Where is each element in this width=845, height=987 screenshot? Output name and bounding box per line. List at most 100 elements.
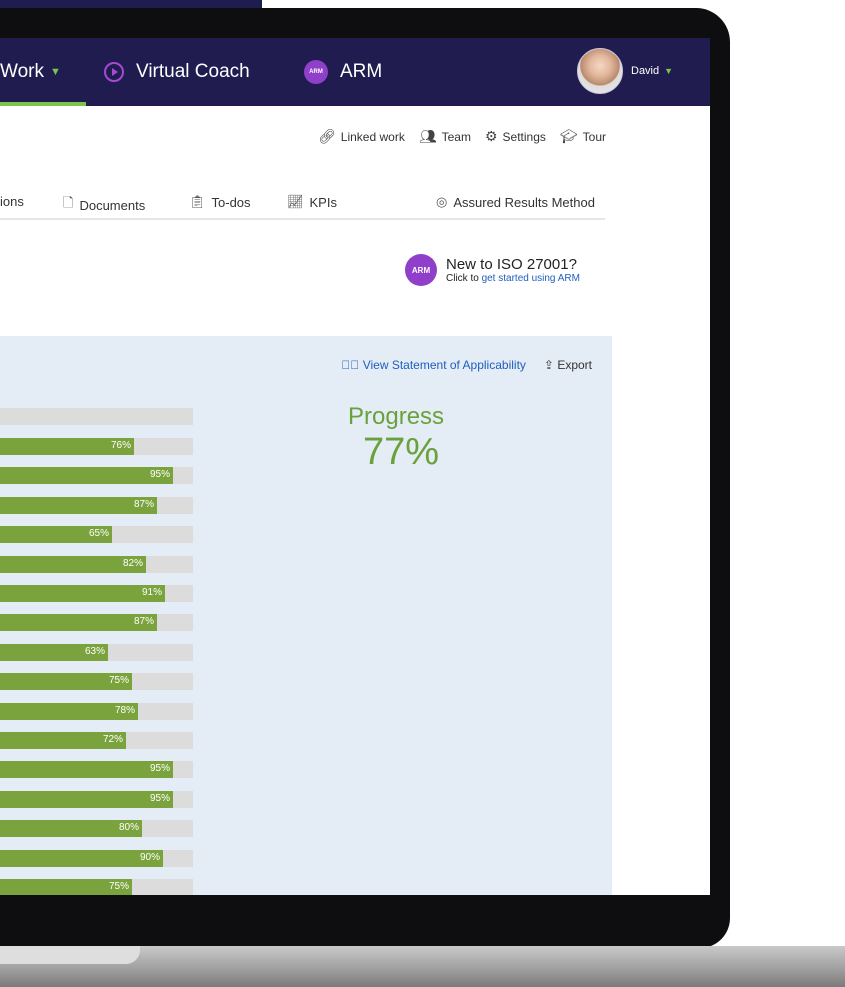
bar-value-label: 91% <box>141 587 162 598</box>
bar-fill: 63% <box>0 643 108 661</box>
bar-track: 95% <box>0 467 193 485</box>
promo-subtitle: Click to get started using ARM <box>446 273 580 284</box>
tab-assured-results-method[interactable]: ◎ Assured Results Method <box>436 194 595 210</box>
bar-value-label: 95% <box>149 763 170 775</box>
bar-track: 87% <box>0 496 193 514</box>
bar-track: 72% <box>0 732 193 749</box>
bar-fill: 75% <box>0 879 132 895</box>
active-nav-indicator <box>0 102 86 106</box>
bar-fill: 91% <box>0 585 165 602</box>
tab-label: To-dos <box>211 194 251 210</box>
tour-label: Tour <box>582 129 606 144</box>
bar-fill: 80% <box>0 820 142 838</box>
bar-track: 75% <box>0 673 193 691</box>
bar-fill: 95% <box>0 467 173 485</box>
nav-coach-label: Virtual Coach <box>136 61 250 82</box>
gear-icon: ⚙ <box>484 128 498 144</box>
tab-sessions[interactable]: ions <box>0 194 24 209</box>
user-name: David <box>631 65 660 77</box>
clipboard-icon: 📋︎ <box>189 194 206 209</box>
bar-track: 91% <box>0 585 193 602</box>
tab-label: Documents <box>79 197 146 213</box>
chart-icon: 📈︎ <box>287 194 304 209</box>
progress-value: 77% <box>363 431 440 473</box>
get-started-link[interactable]: get started using ARM <box>482 273 580 284</box>
settings-link[interactable]: ⚙ Settings <box>485 128 546 145</box>
export-button[interactable]: ⇪ Export <box>544 358 592 372</box>
bar-fill: 75% <box>0 673 132 691</box>
bar-value-label: 87% <box>133 616 154 628</box>
bar-fill: 95% <box>0 790 173 808</box>
bar-value-label: 82% <box>122 557 143 569</box>
nav-work[interactable]: Work ▼ <box>0 38 61 106</box>
tab-documents[interactable]: 🗋 Documents <box>63 194 145 216</box>
graduation-cap-icon: 🎓︎ <box>559 128 578 144</box>
arm-logo-icon: ARM <box>405 254 437 286</box>
promo-title: New to ISO 27001? <box>446 255 577 273</box>
bar-value-label: 75% <box>108 675 129 687</box>
bar-fill: 87% <box>0 496 157 514</box>
bar-track: 78% <box>0 702 193 720</box>
bar-track: 63% <box>0 643 193 661</box>
play-icon <box>104 62 124 82</box>
user-menu[interactable]: David ▼ <box>577 48 673 94</box>
tab-kpis[interactable]: 📈︎ KPIs <box>287 194 337 210</box>
bar-track: 80% <box>0 820 193 838</box>
team-label: Team <box>441 129 471 144</box>
tour-link[interactable]: 🎓︎ Tour <box>560 128 606 145</box>
tab-label: ions <box>0 194 24 209</box>
bar-value-label: 87% <box>133 498 154 510</box>
progress-label: Progress <box>348 403 445 430</box>
bar-fill: 76% <box>0 438 134 455</box>
bar-value-label: 72% <box>102 734 123 745</box>
bar-track: 87% <box>0 614 193 632</box>
chevron-down-icon: ▼ <box>49 66 61 78</box>
check-circle-icon: ✓⃝ <box>341 358 360 372</box>
progress-panel: ✓⃝ View Statement of Applicability ⇪ Exp… <box>0 336 612 895</box>
nav-arm[interactable]: ARM ARM <box>304 38 382 106</box>
tab-label: KPIs <box>309 194 337 210</box>
utility-links: 🔗︎ Linked work 👥︎ Team ⚙ Settings 🎓︎ Tou… <box>318 128 606 145</box>
team-icon: 👥︎ <box>418 128 437 144</box>
view-soa-link[interactable]: ✓⃝ View Statement of Applicability <box>341 358 526 372</box>
export-label: Export <box>557 358 592 372</box>
bar-value-label: 80% <box>118 822 139 834</box>
bar-fill: 87% <box>0 614 157 632</box>
bar-value-label: 65% <box>88 528 109 540</box>
arm-promo: ARM New to ISO 27001? Click to get start… <box>405 254 580 286</box>
document-icon: 🗋 <box>63 195 74 210</box>
upload-icon: ⇪ <box>543 358 554 372</box>
target-icon: ◎ <box>436 194 448 209</box>
team-link[interactable]: 👥︎ Team <box>419 128 471 145</box>
bar-value-label: 95% <box>149 469 170 481</box>
bar-track: 75% <box>0 879 193 895</box>
bar-fill: 95% <box>0 761 173 779</box>
view-soa-label: View Statement of Applicability <box>362 358 526 372</box>
tab-todos[interactable]: 📋︎ To-dos <box>189 194 251 210</box>
link-icon: 🔗︎ <box>318 128 336 144</box>
bar-fill: 72% <box>0 732 126 749</box>
top-navbar: Work ▼ Virtual Coach ARM ARM David ▼ <box>0 38 710 106</box>
bar-track: 95% <box>0 790 193 808</box>
bar-track: 90% <box>0 849 193 867</box>
bar-track-header <box>0 408 193 425</box>
promo-sub-prefix: Click to <box>446 272 482 284</box>
nav-virtual-coach[interactable]: Virtual Coach <box>104 38 250 106</box>
bar-fill: 90% <box>0 849 163 867</box>
linked-work-link[interactable]: 🔗︎ Linked work <box>318 128 405 145</box>
bar-track: 76% <box>0 438 193 455</box>
bar-track: 95% <box>0 761 193 779</box>
nav-arm-label: ARM <box>340 61 383 82</box>
tab-label: Assured Results Method <box>453 194 595 210</box>
bar-value-label: 75% <box>108 881 129 892</box>
linked-work-label: Linked work <box>340 129 405 144</box>
bar-track: 82% <box>0 555 193 573</box>
bar-value-label: 63% <box>84 645 105 657</box>
chevron-down-icon: ▼ <box>664 66 674 76</box>
laptop-notch <box>0 946 140 964</box>
bar-fill: 82% <box>0 555 146 573</box>
bar-value-label: 76% <box>110 440 131 451</box>
app-screen: Work ▼ Virtual Coach ARM ARM David ▼ 🔗︎ … <box>0 38 710 895</box>
avatar <box>577 48 623 94</box>
bar-value-label: 78% <box>114 704 135 716</box>
